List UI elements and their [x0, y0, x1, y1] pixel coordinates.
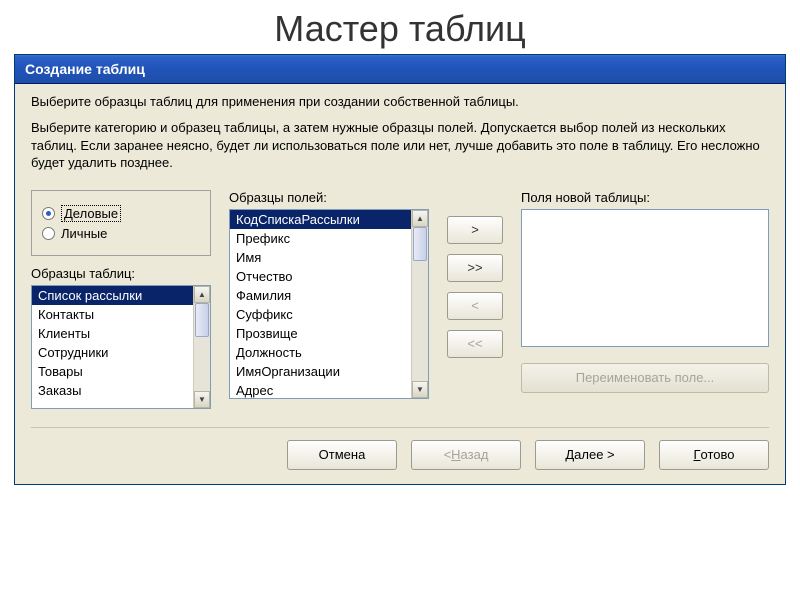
scroll-down-icon[interactable]: ▼ [412, 381, 428, 398]
scrollbar[interactable]: ▲ ▼ [193, 286, 210, 408]
remove-all-button[interactable]: << [447, 330, 503, 358]
add-button[interactable]: > [447, 216, 503, 244]
sample-fields-listbox[interactable]: КодСпискаРассылки Префикс Имя Отчество Ф… [229, 209, 429, 399]
transfer-buttons: > >> < << [447, 190, 503, 409]
list-item[interactable]: Список рассылки [32, 286, 193, 305]
radio-personal[interactable]: Личные [42, 226, 200, 241]
intro-text-2: Выберите категорию и образец таблицы, а … [31, 119, 769, 172]
back-accel: Н [451, 447, 460, 462]
finish-button[interactable]: Готово [659, 440, 769, 470]
list-item[interactable]: Адрес [230, 381, 411, 398]
next-accel: Д [565, 447, 574, 462]
category-group: Деловые Личные [31, 190, 211, 256]
rename-field-button: Переименовать поле... [521, 363, 769, 393]
list-item[interactable]: Товары [32, 362, 193, 381]
remove-button[interactable]: < [447, 292, 503, 320]
scroll-down-icon[interactable]: ▼ [194, 391, 210, 408]
list-item[interactable]: Суффикс [230, 305, 411, 324]
radio-icon [42, 207, 55, 220]
list-item[interactable]: Префикс [230, 229, 411, 248]
radio-business-label: Деловые [61, 205, 121, 222]
wizard-content: Выберите образцы таблиц для применения п… [15, 84, 785, 484]
list-item[interactable]: Контакты [32, 305, 193, 324]
list-item[interactable]: Прозвище [230, 324, 411, 343]
sample-fields-label: Образцы полей: [229, 190, 429, 205]
middle-row: Деловые Личные Образцы таблиц: Список ра… [31, 190, 769, 409]
sample-fields-items: КодСпискаРассылки Префикс Имя Отчество Ф… [230, 210, 411, 398]
scroll-thumb[interactable] [413, 227, 427, 261]
scroll-track[interactable] [412, 227, 428, 381]
finish-accel: Г [693, 447, 700, 462]
add-all-button[interactable]: >> [447, 254, 503, 282]
list-item[interactable]: Заказы [32, 381, 193, 400]
new-fields-label: Поля новой таблицы: [521, 190, 769, 205]
next-button[interactable]: Далее > [535, 440, 645, 470]
list-item[interactable]: Имя [230, 248, 411, 267]
list-item[interactable]: Сотрудники [32, 343, 193, 362]
radio-business[interactable]: Деловые [42, 205, 200, 222]
list-item[interactable]: Фамилия [230, 286, 411, 305]
list-item[interactable]: Отчество [230, 267, 411, 286]
scroll-up-icon[interactable]: ▲ [194, 286, 210, 303]
scrollbar[interactable]: ▲ ▼ [411, 210, 428, 398]
mid-column: Образцы полей: КодСпискаРассылки Префикс… [229, 190, 429, 409]
list-item[interactable]: Должность [230, 343, 411, 362]
sample-tables-listbox[interactable]: Список рассылки Контакты Клиенты Сотрудн… [31, 285, 211, 409]
sample-tables-label: Образцы таблиц: [31, 266, 211, 281]
back-prefix: < [444, 447, 452, 462]
intro-text-1: Выберите образцы таблиц для применения п… [31, 94, 769, 109]
scroll-thumb[interactable] [195, 303, 209, 337]
left-column: Деловые Личные Образцы таблиц: Список ра… [31, 190, 211, 409]
radio-personal-label: Личные [61, 226, 107, 241]
sample-tables-items: Список рассылки Контакты Клиенты Сотрудн… [32, 286, 193, 408]
new-fields-listbox[interactable] [521, 209, 769, 347]
list-item[interactable]: Клиенты [32, 324, 193, 343]
scroll-up-icon[interactable]: ▲ [412, 210, 428, 227]
right-column: Поля новой таблицы: Переименовать поле..… [521, 190, 769, 409]
cancel-button[interactable]: Отмена [287, 440, 397, 470]
back-rest: азад [461, 447, 489, 462]
next-rest: алее > [574, 447, 614, 462]
wizard-footer: Отмена < Назад Далее > Готово [31, 427, 769, 470]
titlebar: Создание таблиц [15, 55, 785, 84]
scroll-track[interactable] [194, 303, 210, 391]
back-button: < Назад [411, 440, 521, 470]
slide-title: Мастер таблиц [0, 0, 800, 54]
finish-rest: отово [701, 447, 735, 462]
list-item[interactable]: КодСпискаРассылки [230, 210, 411, 229]
list-item[interactable]: ИмяОрганизации [230, 362, 411, 381]
wizard-window: Создание таблиц Выберите образцы таблиц … [14, 54, 786, 485]
radio-icon [42, 227, 55, 240]
